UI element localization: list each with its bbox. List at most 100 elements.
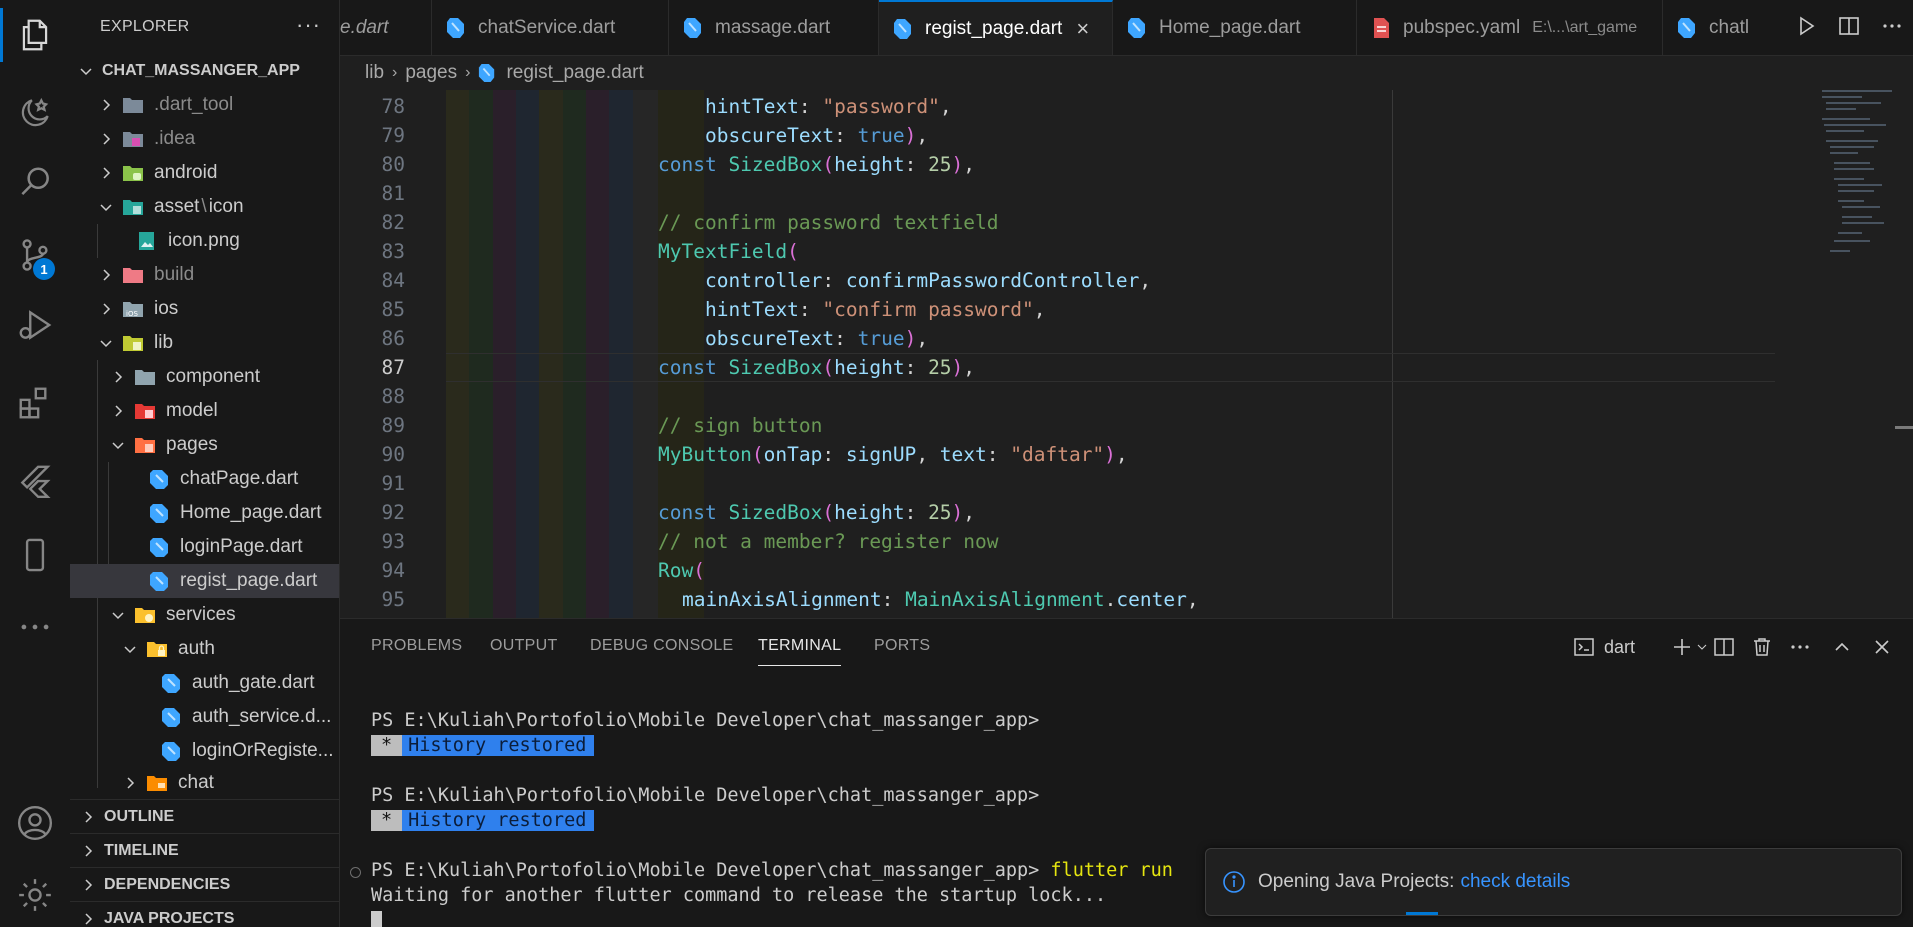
tree-label: lib xyxy=(154,332,174,353)
chevron-down-icon xyxy=(1697,644,1707,650)
tab-massage[interactable]: massage.dart xyxy=(669,0,879,55)
terminal-name: dart xyxy=(1604,636,1636,657)
tree-label: loginOrRegiste... xyxy=(192,740,334,761)
more-icon[interactable] xyxy=(0,594,70,660)
explorer-icon[interactable] xyxy=(0,2,70,68)
line-number: 94 xyxy=(381,559,405,582)
tree-file-icon-png[interactable]: icon.png xyxy=(70,224,339,258)
breadcrumb-item[interactable]: lib xyxy=(365,62,384,84)
section-dependencies[interactable]: DEPENDENCIES xyxy=(70,867,339,901)
chevron-right-icon xyxy=(98,97,114,113)
panel-more-icon[interactable] xyxy=(1788,633,1812,661)
breadcrumb-item[interactable]: regist_page.dart xyxy=(506,62,643,84)
panel-tab-ports[interactable]: PORTS xyxy=(874,619,930,673)
flutter-icon[interactable] xyxy=(0,448,70,514)
section-outline[interactable]: OUTLINE xyxy=(70,799,339,833)
asset-folder-icon xyxy=(122,197,144,217)
tree-file-login-or-register[interactable]: loginOrRegiste... xyxy=(70,734,339,768)
tab-partial-dart[interactable]: e.dart xyxy=(340,0,432,55)
tab-regist-page[interactable]: regist_page.dart × xyxy=(879,0,1113,55)
line-number: 81 xyxy=(381,182,405,205)
tree-file-auth-gate[interactable]: auth_gate.dart xyxy=(70,666,339,700)
tree-file-loginpage[interactable]: loginPage.dart xyxy=(70,530,339,564)
chevron-right-icon xyxy=(80,809,96,825)
tab-label: chatService.dart xyxy=(478,17,616,38)
minimap-line xyxy=(1826,140,1878,142)
section-timeline[interactable]: TIMELINE xyxy=(70,833,339,867)
tree-folder-asset-icon[interactable]: asset \ icon xyxy=(70,190,339,224)
panel-tab-terminal[interactable]: TERMINAL xyxy=(758,626,842,666)
tree-folder-dart-tool[interactable]: .dart_tool xyxy=(70,88,339,122)
tab-pubspec[interactable]: pubspec.yaml E:\...\art_game xyxy=(1357,0,1663,55)
panel-tab-output[interactable]: OUTPUT xyxy=(490,619,558,673)
minimap-line xyxy=(1842,222,1884,224)
tree-folder-services[interactable]: services xyxy=(70,598,339,632)
terminal-selector[interactable]: dart xyxy=(1572,633,1635,661)
tree-folder-chat[interactable]: chat xyxy=(70,766,339,800)
line-number: 85 xyxy=(381,298,405,321)
editor-actions xyxy=(1785,0,1913,55)
split-editor-icon[interactable] xyxy=(1837,14,1861,43)
tree-file-auth-service[interactable]: auth_service.d... xyxy=(70,700,339,734)
device-icon[interactable] xyxy=(0,522,70,588)
tree-folder-build[interactable]: build xyxy=(70,258,339,292)
chevron-right-icon xyxy=(98,301,114,317)
search-icon[interactable] xyxy=(0,150,70,216)
dart-file-icon xyxy=(148,537,170,557)
tree-folder-auth[interactable]: auth xyxy=(70,632,339,666)
project-root[interactable]: CHAT_MASSANGER_APP xyxy=(70,54,339,88)
info-icon xyxy=(1222,870,1246,894)
tree-file-home-page[interactable]: Home_page.dart xyxy=(70,496,339,530)
check-details-link[interactable]: check details xyxy=(1460,871,1570,893)
code-line: 95 mainAxisAlignment: MainAxisAlignment.… xyxy=(340,585,1775,614)
close-tab-icon[interactable]: × xyxy=(1076,16,1089,42)
notification-progress xyxy=(1406,912,1438,915)
tree-folder-android[interactable]: android xyxy=(70,156,339,190)
tree-folder-idea[interactable]: .idea xyxy=(70,122,339,156)
split-terminal-icon[interactable] xyxy=(1712,633,1736,661)
code-text: // not a member? register now xyxy=(658,530,999,553)
code-editor[interactable]: 78 hintText: "password", 79 obscureText:… xyxy=(340,90,1913,618)
code-line: 93 // not a member? register now xyxy=(340,527,1775,556)
new-terminal-button[interactable] xyxy=(1670,633,1710,661)
chevron-right-icon xyxy=(98,165,114,181)
run-debug-icon[interactable] xyxy=(0,292,70,358)
run-icon[interactable] xyxy=(1794,14,1818,43)
tab-home-page[interactable]: Home_page.dart xyxy=(1113,0,1357,55)
trash-icon[interactable] xyxy=(1750,633,1774,661)
command-decoration-icon[interactable] xyxy=(350,867,361,878)
explorer-more-icon[interactable]: ··· xyxy=(296,12,321,38)
chevron-right-icon xyxy=(80,877,96,893)
terminal-cursor-line[interactable] xyxy=(371,908,382,927)
tree-label: asset xyxy=(154,196,200,217)
code-line: 88 xyxy=(340,382,1775,411)
tree-folder-lib[interactable]: lib xyxy=(70,326,339,360)
tree-folder-ios[interactable]: iOS ios xyxy=(70,292,339,326)
tree-file-chatpage[interactable]: chatPage.dart xyxy=(70,462,339,496)
chevron-down-icon xyxy=(98,335,114,351)
extensions-icon[interactable] xyxy=(0,370,70,436)
settings-icon[interactable] xyxy=(0,862,70,927)
code-text: const SizedBox(height: 25), xyxy=(658,153,976,176)
tab-chatservice[interactable]: chatService.dart xyxy=(432,0,669,55)
section-java-projects[interactable]: JAVA PROJECTS xyxy=(70,901,339,927)
more-actions-icon[interactable] xyxy=(1880,14,1904,43)
close-panel-icon[interactable] xyxy=(1870,633,1894,661)
account-icon[interactable] xyxy=(0,790,70,856)
breadcrumb-item[interactable]: pages xyxy=(405,62,457,84)
panel-tab-problems[interactable]: PROBLEMS xyxy=(371,619,462,673)
maximize-panel-icon[interactable] xyxy=(1830,633,1854,661)
source-control-icon[interactable]: 1 xyxy=(0,222,70,288)
code-line: 80 const SizedBox(height: 25), xyxy=(340,150,1775,179)
tree-folder-pages[interactable]: pages xyxy=(70,428,339,462)
minimap[interactable] xyxy=(1780,90,1913,618)
tree-folder-component[interactable]: component xyxy=(70,360,339,394)
minimap-line xyxy=(1826,108,1856,110)
tree-folder-model[interactable]: model xyxy=(70,394,339,428)
tab-chat-partial[interactable]: chatl xyxy=(1663,0,1803,55)
dart-devtools-icon[interactable] xyxy=(0,80,70,146)
history-text: History restored xyxy=(402,735,595,756)
minimap-line xyxy=(1822,118,1870,120)
tree-file-regist-page[interactable]: regist_page.dart xyxy=(70,564,339,598)
panel-tab-debug-console[interactable]: DEBUG CONSOLE xyxy=(590,619,734,673)
